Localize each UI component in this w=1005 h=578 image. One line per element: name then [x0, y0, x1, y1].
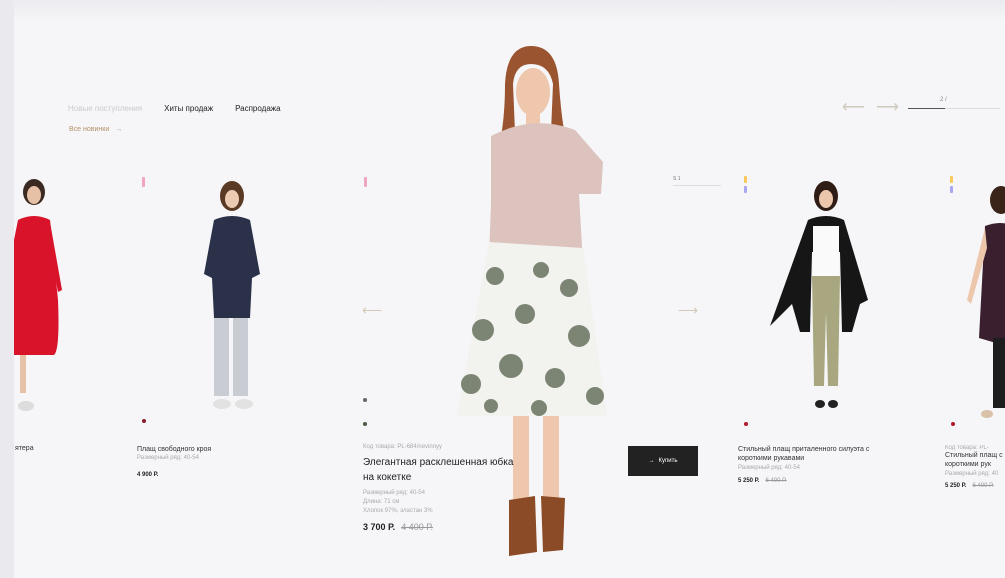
- tab-sale[interactable]: Распродажа: [235, 104, 281, 113]
- product-size-range: Размерный ряд: 40-54: [137, 455, 199, 462]
- arrow-right-icon: →: [115, 126, 123, 133]
- color-dot[interactable]: [744, 422, 748, 426]
- card-next-arrow-icon[interactable]: ⟶: [678, 302, 698, 319]
- slider-prev-arrow-icon[interactable]: ⟵: [842, 100, 865, 116]
- cart-icon: →: [648, 458, 655, 464]
- color-dot[interactable]: [142, 419, 146, 423]
- card-prev-arrow-icon[interactable]: ⟵: [362, 302, 382, 319]
- product-image-navy-coat[interactable]: [198, 181, 266, 422]
- product-size-range: Размерный ряд: 40-54: [363, 490, 425, 496]
- top-header-band: [14, 0, 1005, 22]
- product-old-price: 4 400 Р.: [401, 522, 434, 532]
- product-price: 4 900 Р.: [137, 472, 159, 479]
- slider-page-counter: 2 /: [940, 97, 947, 103]
- product-price-row: 5 250 Р. 6 400 Р.: [945, 483, 1005, 489]
- product-price: 5 250 Р.: [738, 477, 760, 484]
- product-image-red-dress[interactable]: [14, 179, 74, 420]
- left-edge-strip: [0, 0, 14, 578]
- see-all-link[interactable]: Все новинки →: [69, 126, 122, 133]
- product-size-range: Размерный ряд: 40-54: [738, 464, 800, 471]
- product-old-price: 6 400 Р.: [972, 482, 994, 489]
- product-image-black-trench[interactable]: [770, 181, 882, 422]
- tab-new-arrivals[interactable]: Новые поступления: [68, 104, 142, 113]
- product-card-info: Плащ свободного кроя Размерный ряд: 40-5…: [137, 445, 307, 478]
- buy-button-label: Купить: [658, 458, 678, 464]
- slider-progress-bar: [908, 108, 1000, 109]
- color-dot[interactable]: [363, 398, 367, 402]
- slider-next-arrow-icon[interactable]: ⟶: [876, 100, 899, 116]
- size-indicator-track: [673, 185, 721, 186]
- product-old-price: 6 400 Р.: [765, 477, 787, 484]
- product-card-info: Стильный плащ приталенного силуэта с кор…: [738, 445, 888, 484]
- color-swatch-yellow[interactable]: [744, 176, 747, 183]
- product-price: 3 700 Р.: [363, 522, 396, 532]
- color-swatch-lilac[interactable]: [744, 186, 747, 193]
- color-swatch-lilac[interactable]: [950, 186, 953, 193]
- product-price: 5 250 Р.: [945, 482, 967, 489]
- product-price-row: 3 700 Р. 4 400 Р.: [363, 522, 523, 532]
- product-image-plum-coat[interactable]: [965, 186, 1005, 423]
- product-name[interactable]: Плащ свободного кроя: [137, 445, 307, 454]
- product-card-info-featured: Код товара: PL-684/nevinnyy Элегантная р…: [363, 444, 523, 532]
- product-composition: Хлопок 97%, эластан 3%: [363, 508, 433, 514]
- color-swatch-pink[interactable]: [142, 177, 145, 187]
- size-indicator: S 1: [673, 176, 681, 182]
- buy-button[interactable]: → Купить: [628, 446, 698, 476]
- product-card-info: Код товара: PL- Стильный плащ с коротким…: [945, 445, 1005, 489]
- product-size-range: Размерный ряд: 40: [945, 470, 999, 477]
- tab-bestsellers[interactable]: Хиты продаж: [164, 104, 213, 113]
- product-price-row: 5 250 Р. 6 400 Р.: [738, 478, 888, 484]
- product-code: Код товара: PL-684/nevinnyy: [363, 444, 443, 450]
- product-name[interactable]: Элегантная расклешенная юбка на кокетке: [363, 456, 523, 485]
- product-name[interactable]: Стильный плащ с короткими рук: [945, 451, 1005, 470]
- product-length: Длина: 71 см: [363, 499, 400, 505]
- color-swatch-yellow[interactable]: [950, 176, 953, 183]
- see-all-label: Все новинки: [69, 126, 110, 133]
- color-dot[interactable]: [951, 422, 955, 426]
- color-dot[interactable]: [363, 422, 367, 426]
- product-name[interactable]: Стильный плащ приталенного силуэта с кор…: [738, 445, 888, 464]
- category-tabs: Новые поступления Хиты продаж Распродажа: [68, 104, 281, 113]
- color-swatch-pink[interactable]: [364, 177, 367, 187]
